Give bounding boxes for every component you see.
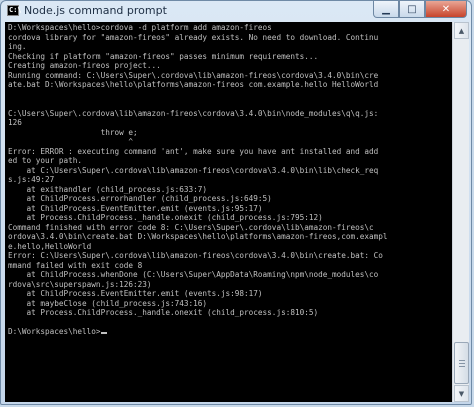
console-line: Checking if platform "amazon-fireos" pas…: [8, 51, 319, 61]
thumb-grip: [459, 366, 465, 367]
console-line: Creating amazon-fireos project...: [8, 61, 161, 70]
thumb-grip: [459, 360, 465, 361]
console-line: at maybeClose (child_process.js:743:16): [8, 298, 208, 308]
console-line: Error: C:\Users\Super\.cordova\lib\amazo…: [8, 251, 383, 260]
console-line: C:\Users\Super\.cordova\lib\amazon-fireo…: [8, 108, 379, 118]
console-line: at ChildProcess.whenDone (C:\Users\Super…: [8, 270, 379, 279]
console-line: at ChildProcess.EventEmitter.emit (event…: [8, 203, 263, 213]
console-line: throw e;: [8, 127, 138, 137]
console-line: 126: [8, 118, 22, 127]
title-bar[interactable]: C:\ Node.js command prompt ▁ □ ✕: [1, 1, 471, 21]
console-line: s.js:49:27: [8, 175, 55, 184]
vertical-scrollbar[interactable]: ▲ ▼: [452, 22, 469, 402]
console-line: ate.bat D:\Workspaces\hello\platforms\am…: [8, 80, 379, 89]
console-line: at ChildProcess.EventEmitter.emit (event…: [8, 289, 263, 298]
console-line: rdova\src\superspawn.js:126:23): [8, 279, 152, 289]
console-text: D:\Workspaces\hello>cordova -d platform …: [5, 22, 452, 337]
thumb-grip: [459, 363, 465, 364]
console-line: ing.: [8, 42, 27, 51]
command-prompt-icon[interactable]: C:\: [7, 5, 22, 16]
console-line: Command finished with error code 8: C:\U…: [8, 222, 374, 232]
scroll-thumb[interactable]: [454, 342, 469, 384]
console-line: Error: ERROR : executing command 'ant', …: [8, 146, 379, 156]
console-output[interactable]: D:\Workspaces\hello>cordova -d platform …: [5, 22, 452, 402]
close-button[interactable]: ✕: [425, 1, 467, 18]
console-line: D:\Workspaces\hello>cordova -d platform …: [8, 23, 272, 32]
window-controls: ▁ □ ✕: [373, 1, 467, 19]
console-prompt: D:\Workspaces\hello>: [8, 327, 101, 336]
console-window: C:\ Node.js command prompt ▁ □ ✕ D:\Work…: [0, 0, 472, 405]
scroll-up-button[interactable]: ▲: [454, 22, 469, 39]
console-line: Running command: C:\Users\Super\.cordova…: [8, 70, 379, 80]
window-title: Node.js command prompt: [24, 4, 167, 17]
console-line: at C:\Users\Super\.cordova\lib\amazon-fi…: [8, 165, 379, 175]
console-line: e.hello,HelloWorld: [8, 241, 92, 251]
console-line: at exithandler (child_process.js:633:7): [8, 184, 208, 194]
console-line: mmand failed with exit code 8: [8, 260, 143, 270]
maximize-button[interactable]: □: [399, 1, 425, 18]
console-line: ordova\3.4.0\bin\create.bat D:\Workspace…: [8, 232, 388, 241]
minimize-button[interactable]: ▁: [373, 1, 399, 18]
scroll-down-button[interactable]: ▼: [454, 385, 469, 402]
text-cursor: [100, 332, 107, 334]
console-line: at Process.ChildProcess._handle.onexit (…: [8, 308, 319, 317]
console-line: ed to your path.: [8, 156, 83, 165]
console-line: ^: [8, 137, 133, 146]
console-line: at ChildProcess.errorhandler (child_proc…: [8, 194, 272, 203]
console-line: cordova library for "amazon-fireos" alre…: [8, 32, 379, 42]
console-line: at Process.ChildProcess._handle.onexit (…: [8, 213, 323, 222]
